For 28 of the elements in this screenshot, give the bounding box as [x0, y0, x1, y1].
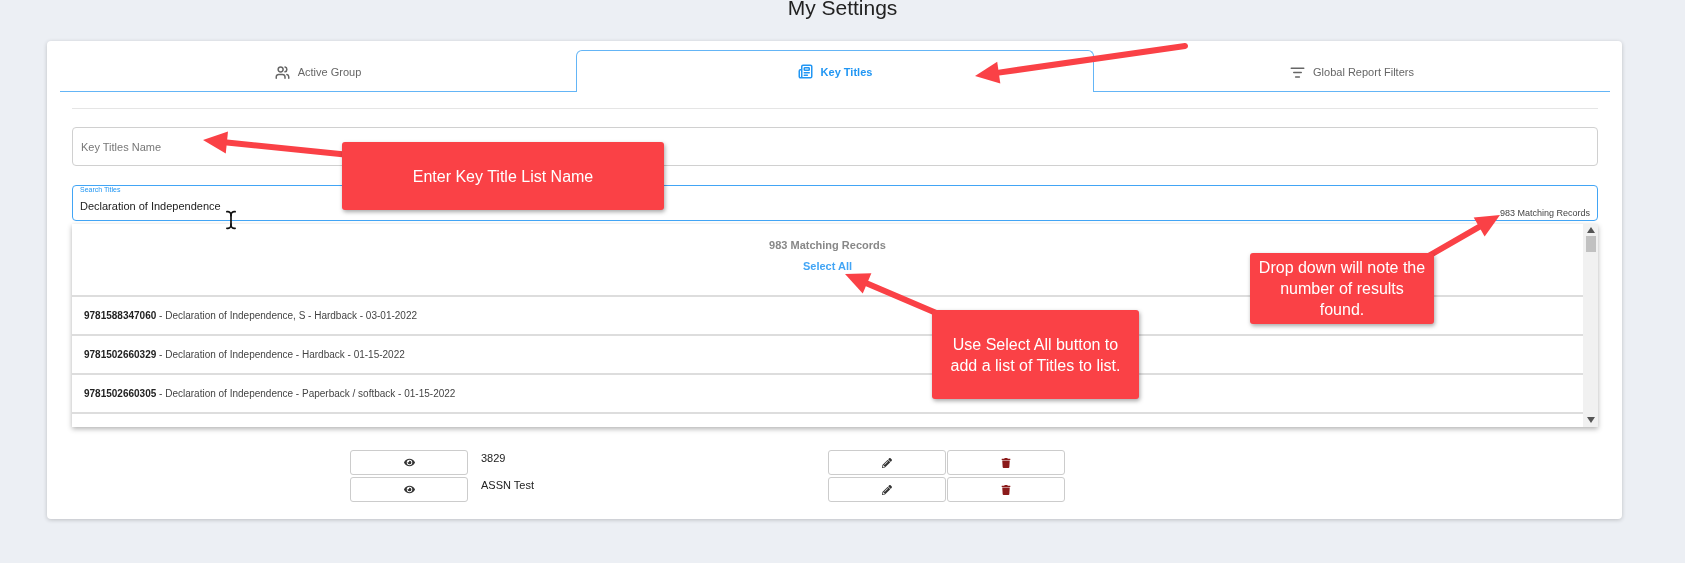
- delete-button[interactable]: [947, 477, 1065, 502]
- down-arrow-icon[interactable]: [1586, 417, 1595, 423]
- match-count: 983 Matching Records: [1499, 208, 1590, 218]
- trash-icon: [1001, 457, 1011, 468]
- list-name: 3829: [481, 452, 506, 464]
- filter-icon: [1290, 64, 1306, 80]
- list-name: ASSN Test: [481, 479, 534, 491]
- pencil-icon: [882, 457, 892, 468]
- people-icon: [274, 64, 290, 80]
- edit-button[interactable]: [828, 477, 946, 502]
- view-button[interactable]: [350, 477, 468, 502]
- delete-button[interactable]: [947, 450, 1065, 475]
- callout: Drop down will note the number of results found.: [1250, 253, 1434, 324]
- edit-button[interactable]: [828, 450, 946, 475]
- up-arrow-icon[interactable]: [1586, 227, 1595, 233]
- search-value: Declaration of Independence: [80, 200, 221, 212]
- scrollbar[interactable]: [1583, 224, 1598, 427]
- newspaper-icon: [797, 64, 813, 79]
- eye-icon: [403, 457, 415, 468]
- trash-icon: [1001, 484, 1011, 495]
- callout: Use Select All button to add a list of Titles to list.: [932, 310, 1139, 399]
- eye-icon: [403, 484, 415, 495]
- view-button[interactable]: [350, 450, 468, 475]
- matching-records-heading: 983 Matching Records: [769, 239, 886, 251]
- page-title: My Settings: [787, 0, 898, 20]
- pencil-icon: [882, 484, 892, 495]
- callout: Enter Key Title List Name: [342, 142, 664, 210]
- scroll-thumb[interactable]: [1585, 236, 1596, 252]
